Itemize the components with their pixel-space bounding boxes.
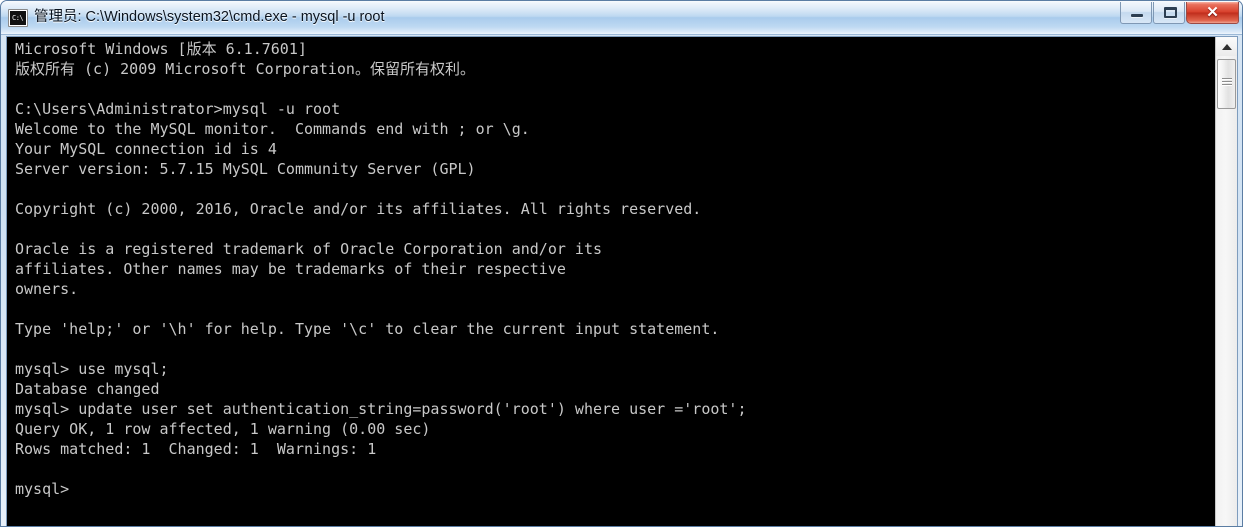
console-line: Type 'help;' or '\h' for help. Type '\c'… <box>15 320 720 338</box>
console-line: owners. <box>15 280 79 298</box>
console-line: Server version: 5.7.15 MySQL Community S… <box>15 160 476 178</box>
console-line: mysql> <box>15 480 70 498</box>
console-scrollbar[interactable] <box>1215 37 1237 526</box>
cmd-console-icon-screen: C:\ <box>10 11 26 25</box>
console-line: Copyright (c) 2000, 2016, Oracle and/or … <box>15 200 702 218</box>
minimize-button[interactable] <box>1120 2 1152 24</box>
console-line: Database changed <box>15 380 160 398</box>
console-line: mysql> update user set authentication_st… <box>15 400 747 418</box>
window-title: 管理员: C:\Windows\system32\cmd.exe - mysql… <box>34 9 385 25</box>
maximize-button[interactable] <box>1153 2 1185 24</box>
minimize-icon <box>1131 14 1143 17</box>
scrollbar-track[interactable] <box>1216 110 1237 526</box>
console-line: C:\Users\Administrator>mysql -u root <box>15 100 341 118</box>
console-line: Microsoft Windows [版本 6.1.7601] <box>15 40 307 58</box>
console-line: Your MySQL connection id is 4 <box>15 140 277 158</box>
console-line: Rows matched: 1 Changed: 1 Warnings: 1 <box>15 440 377 458</box>
window-titlebar[interactable]: C:\ 管理员: C:\Windows\system32\cmd.exe - m… <box>1 1 1242 35</box>
cmd-window: C:\ 管理员: C:\Windows\system32\cmd.exe - m… <box>0 0 1243 527</box>
console-line: Oracle is a registered trademark of Orac… <box>15 240 602 258</box>
scroll-up-arrow-icon <box>1221 44 1232 50</box>
close-icon: ✕ <box>1206 4 1219 21</box>
console-line: affiliates. Other names may be trademark… <box>15 260 566 278</box>
console-line: 版权所有 (c) 2009 Microsoft Corporation。保留所有… <box>15 60 475 78</box>
scrollbar-thumb[interactable] <box>1217 59 1236 109</box>
console-output: Microsoft Windows [版本 6.1.7601] 版权所有 (c) … <box>15 39 1200 499</box>
close-button[interactable]: ✕ <box>1186 2 1239 24</box>
console-line: Welcome to the MySQL monitor. Commands e… <box>15 120 530 138</box>
cmd-console-icon[interactable]: C:\ <box>8 9 28 27</box>
maximize-icon <box>1164 7 1177 18</box>
cmd-console-icon-label: C:\ <box>12 14 24 22</box>
window-controls: ✕ <box>1120 2 1239 26</box>
console-line: Query OK, 1 row affected, 1 warning (0.0… <box>15 420 431 438</box>
scroll-up-button[interactable] <box>1216 37 1237 56</box>
console-line: mysql> use mysql; <box>15 360 169 378</box>
console-client-area[interactable]: Microsoft Windows [版本 6.1.7601] 版权所有 (c) … <box>6 36 1238 526</box>
scrollbar-thumb-grip <box>1222 78 1232 79</box>
